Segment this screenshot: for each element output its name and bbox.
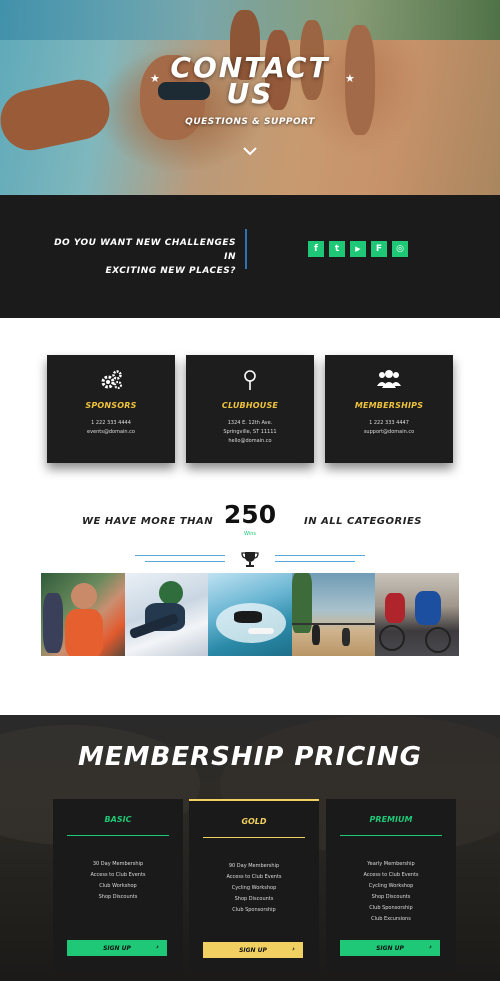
gallery-image-surfer[interactable] (208, 573, 292, 656)
gallery-image-beach-volleyball[interactable] (292, 573, 376, 656)
stats-right-text: IN ALL CATEGORIES (304, 516, 422, 527)
plan-feature: Cycling Workshop (231, 885, 277, 891)
page-title: CONTACT US (0, 54, 500, 108)
divider (203, 837, 305, 838)
plan-name: GOLD (241, 817, 267, 826)
gallery-image-cyclists[interactable] (375, 573, 459, 656)
card-address-street: 1324 E. 12th Ave. (227, 420, 273, 426)
plan-feature: 30 Day Membership (92, 861, 144, 867)
button-label: SIGN UP (239, 946, 267, 954)
divider (135, 555, 225, 556)
facebook-icon[interactable]: f (308, 241, 324, 257)
plan-feature: Cycling Workshop (368, 883, 414, 889)
chevron-right-icon: › (292, 945, 295, 953)
contact-card-clubhouse: CLUBHOUSE 1324 E. 12th Ave. Springville,… (186, 355, 314, 463)
trophy-icon (241, 552, 259, 567)
button-label: SIGN UP (103, 944, 131, 952)
youtube-icon[interactable]: ▶ (350, 241, 366, 257)
card-email[interactable]: hello@domain.co (186, 438, 314, 444)
plan-feature: Access to Club Events (226, 874, 282, 880)
sign-up-button-gold[interactable]: SIGN UP › (203, 942, 303, 958)
chevron-right-icon: › (156, 943, 159, 951)
card-title: CLUBHOUSE (221, 401, 279, 410)
chevron-down-icon[interactable] (242, 143, 258, 159)
wins-label: Wins (244, 531, 256, 537)
pricing-card-premium: PREMIUM Yearly Membership Access to Club… (326, 799, 456, 972)
sign-up-button-basic[interactable]: SIGN UP › (67, 940, 167, 956)
button-label: SIGN UP (376, 944, 404, 952)
contact-card-sponsors: SPONSORS 1 222 333 4444 events@domain.co (47, 355, 175, 463)
plan-feature: Access to Club Events (363, 872, 419, 878)
foursquare-icon[interactable]: F (371, 241, 387, 257)
card-title: MEMBERSHIPS (354, 401, 424, 410)
plan-feature: Club Workshop (99, 883, 137, 889)
plan-feature: Club Sponsorship (232, 907, 276, 913)
card-title: SPONSORS (85, 401, 137, 410)
challenge-question-line1: DO YOU WANT NEW CHALLENGES IN (54, 238, 236, 262)
gears-icon (47, 369, 175, 393)
users-icon (325, 369, 453, 393)
gallery-image-runners[interactable] (41, 573, 125, 656)
social-links: f t ▶ F ◎ (308, 241, 408, 257)
plan-feature: Shop Discounts (98, 894, 138, 900)
pricing-card-basic: BASIC 30 Day Membership Access to Club E… (53, 799, 183, 972)
plan-feature: Shop Discounts (234, 896, 274, 902)
card-address-city: Springville, ST 11111 (223, 429, 277, 435)
divider (145, 561, 225, 562)
card-phone: 1 222 333 4447 (369, 420, 409, 426)
wins-counter: 250 (223, 500, 277, 529)
sign-up-button-premium[interactable]: SIGN UP › (340, 940, 440, 956)
divider (245, 229, 247, 269)
plan-name: BASIC (104, 815, 132, 824)
page-title-line2: US (226, 77, 274, 110)
challenge-question: DO YOU WANT NEW CHALLENGES IN EXCITING N… (50, 236, 236, 278)
plan-feature: Yearly Membership (367, 861, 415, 867)
divider (275, 555, 365, 556)
divider (340, 835, 442, 836)
contact-card-memberships: MEMBERSHIPS 1 222 333 4447 support@domai… (325, 355, 453, 463)
card-email[interactable]: support@domain.co (325, 429, 453, 435)
pricing-card-gold: GOLD 90 Day Membership Access to Club Ev… (189, 799, 319, 972)
instagram-icon[interactable]: ◎ (392, 241, 408, 257)
page-subtitle: QUESTIONS & SUPPORT (185, 117, 315, 127)
card-email[interactable]: events@domain.co (47, 429, 175, 435)
plan-feature: Club Sponsorship (369, 905, 413, 911)
plan-feature: Access to Club Events (90, 872, 146, 878)
hero-banner: ★ ★ CONTACT US QUESTIONS & SUPPORT (0, 0, 500, 195)
chevron-right-icon: › (429, 943, 432, 951)
plan-feature: Club Excursions (371, 916, 411, 922)
plan-feature: Shop Discounts (371, 894, 411, 900)
gallery-image-snowboarder[interactable] (125, 573, 209, 656)
divider (275, 561, 355, 562)
plan-feature: 90 Day Membership (228, 863, 280, 869)
divider (67, 835, 169, 836)
location-pin-icon (186, 369, 314, 393)
plan-name: PREMIUM (369, 815, 413, 824)
pricing-title: MEMBERSHIP PRICING (78, 742, 422, 772)
challenge-question-line2: EXCITING NEW PLACES? (105, 266, 236, 276)
stats-left-text: WE HAVE MORE THAN (82, 516, 214, 527)
twitter-icon[interactable]: t (329, 241, 345, 257)
card-phone: 1 222 333 4444 (91, 420, 131, 426)
